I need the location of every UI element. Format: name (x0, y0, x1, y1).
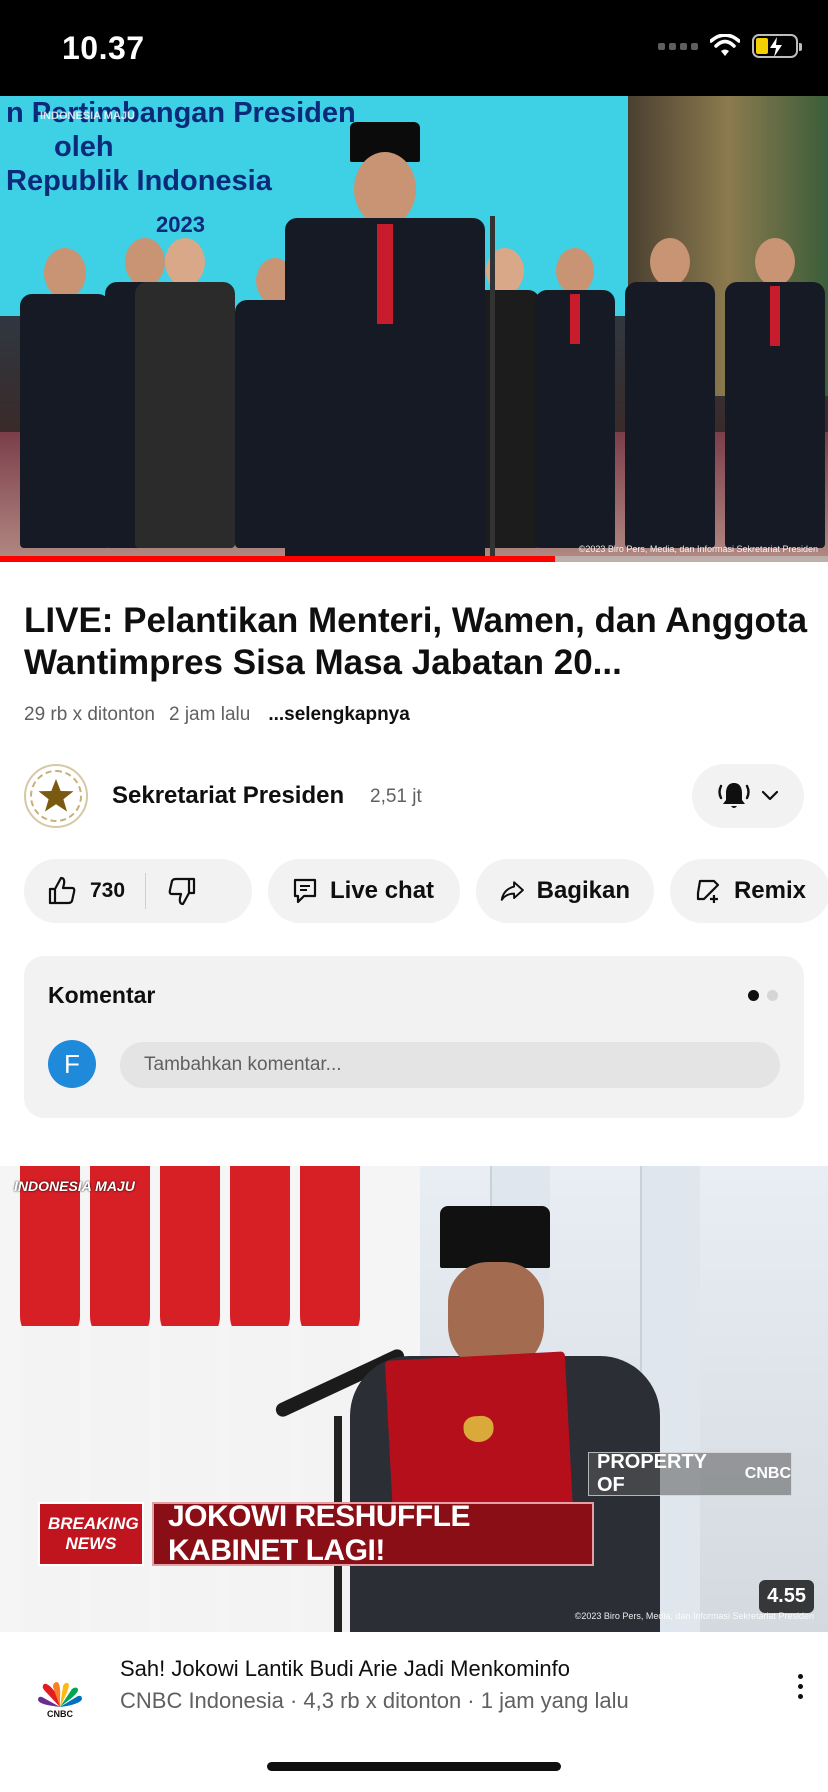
video-duration: 4.55 (759, 1580, 814, 1613)
property-label: PROPERTY OF (597, 1451, 707, 1496)
comments-panel[interactable]: Komentar F Tambahkan komentar... (24, 956, 804, 1118)
clock: 10.37 (62, 30, 145, 66)
upload-age: 2 jam lalu (168, 704, 251, 725)
watermark-logo: INDONESIA MAJU (14, 1178, 135, 1194)
channel-avatar[interactable] (24, 764, 88, 828)
like-count[interactable]: 730 (90, 879, 125, 903)
video-title[interactable]: LIVE: Pelantikan Menteri, Wamen, dan Ang… (24, 600, 814, 684)
breaking-news-badge: BREAKING NEWS (38, 1502, 144, 1566)
show-more-link[interactable]: ...selengkapnya (268, 704, 410, 726)
home-indicator[interactable] (267, 1762, 561, 1771)
property-brand: CNBC (744, 1465, 791, 1482)
channel-name[interactable]: Sekretariat Presiden (112, 782, 344, 810)
next-video-info[interactable]: CNBC Sah! Jokowi Lantik Budi Arie Jadi M… (0, 1632, 828, 1752)
thumbs-down-icon[interactable] (166, 875, 198, 907)
cnbc-logo-text: CNBC (47, 1709, 73, 1719)
cellular-signal-icon (658, 42, 698, 50)
battery-charging-icon (752, 34, 802, 58)
carousel-dots (748, 990, 778, 1001)
add-comment-input[interactable]: Tambahkan komentar... (120, 1042, 780, 1088)
chat-icon (293, 878, 317, 904)
live-chat-button[interactable]: Live chat (268, 859, 460, 923)
cnbc-channel-avatar[interactable]: CNBC (28, 1670, 92, 1734)
remix-label: Remix (733, 877, 806, 904)
watermark-logo: INDONESIA MAJU (40, 110, 135, 122)
share-label: Bagikan (536, 877, 630, 904)
copyright-note: ©2023 Biro Pers, Media, dan Informasi Se… (574, 1611, 814, 1621)
subscriber-count: 2,51 jt (370, 786, 422, 807)
action-chips: 730 Live chat Bagikan Remix (24, 859, 828, 923)
channel-row: Sekretariat Presiden 2,51 jt (24, 762, 804, 830)
live-chat-label: Live chat (330, 877, 435, 904)
property-watermark: PROPERTY OF CNBC (588, 1451, 792, 1496)
next-video-title[interactable]: Sah! Jokowi Lantik Budi Arie Jadi Menkom… (120, 1656, 570, 1682)
next-video-thumbnail[interactable]: INDONESIA MAJU PROPERTY OF CNBC BREAKING… (0, 1166, 828, 1632)
more-options-icon[interactable] (786, 1666, 814, 1706)
video-player[interactable]: n Pertimbangan Presiden oleh Republik In… (0, 96, 828, 562)
chevron-down-icon (761, 790, 779, 801)
bell-ringing-icon (718, 783, 750, 808)
view-count: 29 rb x ditonton (24, 704, 155, 725)
playback-progress-bar[interactable] (0, 556, 828, 562)
notification-settings-button[interactable] (692, 764, 804, 828)
like-dislike-chip: 730 (24, 859, 252, 923)
share-arrow-icon (500, 881, 524, 901)
copyright-note: ©2023 Biro Pers, Media, dan Informasi Se… (578, 544, 818, 554)
thumbs-up-icon[interactable] (46, 875, 78, 907)
main-person-figure (285, 122, 485, 562)
divider (145, 873, 147, 909)
comments-header: Komentar (48, 982, 156, 1008)
person-figure (535, 248, 615, 548)
share-button[interactable]: Bagikan (476, 859, 654, 923)
user-avatar: F (48, 1040, 96, 1088)
remix-button[interactable]: Remix (670, 859, 828, 923)
person-figure (20, 248, 110, 548)
next-video-subtitle: CNBC Indonesia · 4,3 rb x ditonton · 1 j… (120, 1688, 629, 1713)
person-figure (135, 238, 235, 548)
news-headline: JOKOWI RESHUFFLE KABINET LAGI! (152, 1500, 594, 1567)
cnbc-peacock-icon: CNBC (38, 1682, 82, 1719)
progress-played (0, 556, 555, 562)
microphone-stand (490, 216, 495, 562)
status-bar: 10.37 (0, 0, 828, 96)
video-meta[interactable]: 29 rb x ditonton 2 jam lalu ...selengkap… (24, 704, 410, 726)
status-icons (658, 34, 802, 58)
remix-icon (696, 879, 720, 903)
person-figure (625, 238, 715, 548)
person-figure (725, 238, 825, 548)
wifi-icon (710, 34, 740, 56)
